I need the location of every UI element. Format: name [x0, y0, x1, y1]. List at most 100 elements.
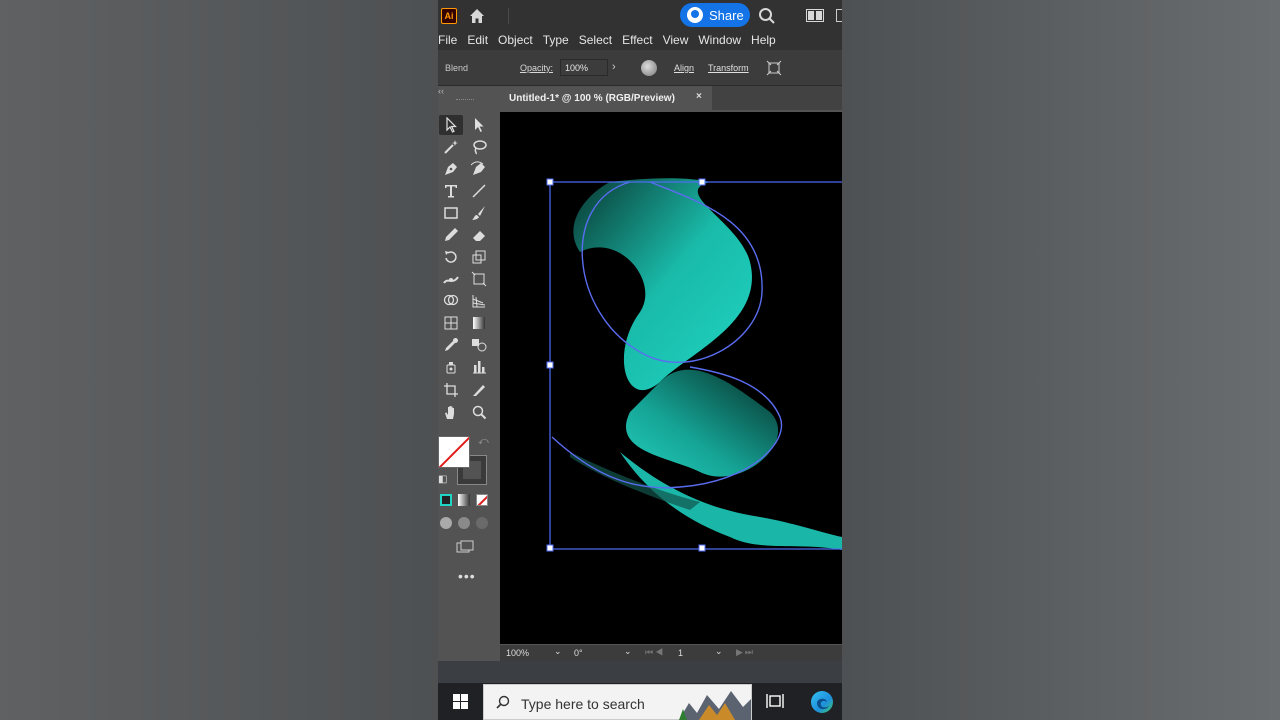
blend-tool-icon[interactable]: [467, 335, 491, 355]
gradient-icon[interactable]: [458, 494, 470, 506]
draw-mode-buttons: [440, 517, 488, 529]
type-tool-icon[interactable]: [439, 181, 463, 201]
menu-view[interactable]: View: [658, 33, 694, 47]
bbox-handle-bl[interactable]: [546, 544, 554, 552]
share-user-icon: [687, 7, 703, 23]
opacity-field[interactable]: 100%: [560, 59, 608, 76]
rotate-tool-icon[interactable]: [439, 247, 463, 267]
fill-stroke-widget: ⤺ ◧: [438, 436, 494, 488]
draw-normal-icon[interactable]: [440, 517, 452, 529]
title-bar: Ai Share: [438, 0, 842, 30]
mesh-tool-icon[interactable]: [439, 313, 463, 333]
artboard-tool-icon[interactable]: [439, 380, 463, 400]
rotation-dropdown-icon[interactable]: ⌄: [624, 646, 632, 657]
draw-behind-icon[interactable]: [458, 517, 470, 529]
workspace-switcher-icon[interactable]: [806, 9, 824, 22]
menu-effect[interactable]: Effect: [617, 33, 657, 47]
bbox-handle-tm[interactable]: [698, 178, 706, 186]
collapse-panel-icon[interactable]: ‹‹: [438, 86, 444, 96]
artboard-dropdown-icon[interactable]: ⌄: [715, 646, 723, 657]
bbox-handle-tl[interactable]: [546, 178, 554, 186]
direct-selection-tool-icon[interactable]: [467, 115, 491, 135]
selection-type-label: Blend: [445, 63, 469, 73]
more-tools-icon[interactable]: •••: [458, 568, 476, 584]
taskbar-search-placeholder: Type here to search: [521, 696, 645, 712]
taskbar-search-box[interactable]: Type here to search: [483, 684, 752, 720]
shape-builder-tool-icon[interactable]: [439, 291, 463, 311]
perspective-grid-tool-icon[interactable]: [467, 291, 491, 311]
share-button[interactable]: Share: [680, 3, 750, 27]
rotation-field[interactable]: 0°: [574, 648, 583, 658]
hand-tool-icon[interactable]: [439, 402, 463, 422]
menu-type[interactable]: Type: [538, 33, 574, 47]
title-divider: [508, 8, 509, 24]
edge-browser-icon[interactable]: [810, 690, 834, 714]
column-graph-tool-icon[interactable]: [467, 357, 491, 377]
zoom-tool-icon[interactable]: [467, 402, 491, 422]
opacity-label[interactable]: Opacity:: [520, 63, 553, 73]
document-tab-bar: Untitled-1* @ 100 % (RGB/Preview) ×: [500, 86, 842, 110]
search-highlight-illustration: [679, 691, 751, 720]
magic-wand-tool-icon[interactable]: [439, 137, 463, 157]
menu-object[interactable]: Object: [493, 33, 538, 47]
illustrator-window: Ai Share File Edit Object Type Select Ef…: [438, 0, 842, 720]
default-fill-stroke-icon[interactable]: ◧: [438, 474, 447, 485]
lasso-tool-icon[interactable]: [467, 137, 491, 157]
menu-help[interactable]: Help: [746, 33, 781, 47]
search-icon[interactable]: [758, 7, 776, 25]
bbox-handle-bm[interactable]: [698, 544, 706, 552]
menu-file[interactable]: File: [438, 33, 462, 47]
curvature-tool-icon[interactable]: [467, 159, 491, 179]
line-segment-tool-icon[interactable]: [467, 181, 491, 201]
zoom-level-field[interactable]: 100%: [506, 648, 529, 658]
paintbrush-tool-icon[interactable]: [467, 203, 491, 223]
color-icon[interactable]: [440, 494, 452, 506]
fill-swatch[interactable]: [438, 436, 470, 468]
artboard-number-field[interactable]: 1: [678, 648, 683, 658]
tools-panel: ‹‹ ⤺ ◧ •••: [438, 86, 498, 660]
menu-window[interactable]: Window: [693, 33, 746, 47]
windows-start-icon[interactable]: [453, 694, 468, 709]
draw-inside-icon[interactable]: [476, 517, 488, 529]
selection-tool-icon[interactable]: [439, 115, 463, 135]
pencil-tool-icon[interactable]: [439, 225, 463, 245]
transform-link[interactable]: Transform: [708, 63, 749, 73]
pen-tool-icon[interactable]: [439, 159, 463, 179]
document-tab[interactable]: Untitled-1* @ 100 % (RGB/Preview): [500, 86, 712, 110]
window-bottom-strip: [438, 661, 842, 683]
rectangle-tool-icon[interactable]: [439, 203, 463, 223]
isolate-group-icon[interactable]: [766, 60, 782, 76]
canvas[interactable]: [500, 112, 842, 644]
scale-tool-icon[interactable]: [467, 247, 491, 267]
ribbon-upper[interactable]: [573, 178, 752, 391]
task-view-icon[interactable]: [766, 693, 784, 709]
windows-taskbar: Type here to search: [438, 683, 842, 720]
menu-edit[interactable]: Edit: [462, 33, 493, 47]
screen-mode-icon[interactable]: [456, 540, 474, 554]
align-link[interactable]: Align: [674, 63, 694, 73]
gradient-tool-icon[interactable]: [467, 313, 491, 333]
color-mode-buttons: [440, 494, 488, 506]
width-tool-icon[interactable]: [439, 269, 463, 289]
free-transform-tool-icon[interactable]: [467, 269, 491, 289]
artwork: [546, 178, 842, 552]
symbol-sprayer-tool-icon[interactable]: [439, 357, 463, 377]
illustrator-logo: Ai: [441, 8, 457, 24]
panel-toggle-icon[interactable]: [836, 9, 842, 22]
zoom-dropdown-icon[interactable]: ⌄: [554, 646, 562, 657]
eraser-tool-icon[interactable]: [467, 225, 491, 245]
search-icon: [496, 695, 510, 709]
graphic-style-icon[interactable]: [641, 60, 657, 76]
close-tab-icon[interactable]: ×: [696, 91, 702, 102]
panel-grip[interactable]: [456, 99, 474, 101]
artboard-prev-icon[interactable]: ⏮◀: [645, 647, 665, 658]
menu-select[interactable]: Select: [574, 33, 617, 47]
home-icon[interactable]: [468, 7, 486, 25]
swap-fill-stroke-icon[interactable]: ⤺: [478, 436, 489, 447]
none-icon[interactable]: [476, 494, 488, 506]
opacity-expand-icon[interactable]: ›: [612, 61, 616, 73]
artboard-next-icon[interactable]: ▶⏭: [736, 647, 755, 658]
slice-tool-icon[interactable]: [467, 380, 491, 400]
bbox-handle-ml[interactable]: [546, 361, 554, 369]
eyedropper-tool-icon[interactable]: [439, 335, 463, 355]
